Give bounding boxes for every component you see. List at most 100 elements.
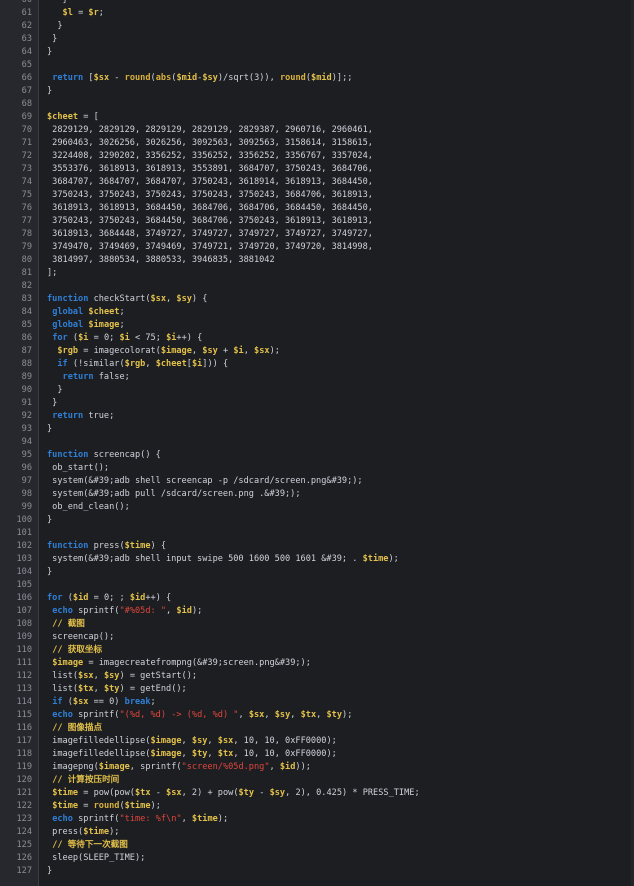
line-number: 81 — [21, 268, 32, 278]
code-line[interactable]: 68 — [0, 98, 634, 111]
code-line[interactable]: 82 — [0, 280, 634, 293]
code-line[interactable]: 104} — [0, 566, 634, 579]
code-line[interactable]: 96 ob_start(); — [0, 462, 634, 475]
code-line[interactable]: 64} — [0, 46, 634, 59]
code-line[interactable]: 60 } — [0, 0, 634, 7]
code-line[interactable]: 105 — [0, 579, 634, 592]
code-line[interactable]: 63 } — [0, 33, 634, 46]
code-token: - — [254, 788, 270, 798]
code-line[interactable]: 115 echo sprintf("(%d, %d) -> (%d, %d) "… — [0, 709, 634, 722]
code-line[interactable]: 125 // 等待下一次截图 — [0, 839, 634, 852]
code-line[interactable]: 70 2829129, 2829129, 2829129, 2829129, 2… — [0, 124, 634, 137]
code-line[interactable]: 121 $time = pow(pow($tx - $sx, 2) + pow(… — [0, 787, 634, 800]
code-line[interactable]: 99 ob_end_clean(); — [0, 501, 634, 514]
code-token: 3750243, 3750243, 3750243, 3750243, 3750… — [47, 190, 373, 200]
code-line[interactable]: 91 } — [0, 397, 634, 410]
code-line[interactable]: 102 function press($time) { — [0, 540, 634, 553]
code-line[interactable]: 75 3750243, 3750243, 3750243, 3750243, 3… — [0, 189, 634, 202]
line-number: 93 — [21, 424, 32, 434]
code-line[interactable]: 87 $rgb = imagecolorat($image, $sy + $i,… — [0, 345, 634, 358]
code-text: if ($sx == 0) break; — [47, 696, 156, 709]
code-line[interactable]: 65 — [0, 59, 634, 72]
code-token: system(&#39;adb shell screencap -p /sdca… — [47, 476, 363, 486]
code-line[interactable]: 76 3618913, 3618913, 3684450, 3684706, 3… — [0, 202, 634, 215]
code-editor[interactable]: 60 } 61 $l = $r; 62 } 63 } 64} 65 66 return [$… — [0, 0, 634, 886]
code-line[interactable]: 110 // 获取坐标 — [0, 644, 634, 657]
code-line[interactable]: 66 return [$sx - round(abs($mid-$sy)/sqr… — [0, 72, 634, 85]
code-line[interactable]: 69 $cheet = [ — [0, 111, 634, 124]
code-text: 3749470, 3749469, 3749469, 3749721, 3749… — [47, 241, 373, 254]
code-line[interactable]: 97 system(&#39;adb shell screencap -p /s… — [0, 475, 634, 488]
code-line[interactable]: 81]; — [0, 267, 634, 280]
code-token: , — [207, 749, 218, 759]
code-line[interactable]: 127} — [0, 865, 634, 878]
code-line[interactable]: 109 screencap(); — [0, 631, 634, 644]
line-number: 78 — [21, 229, 32, 239]
code-token: $time — [124, 801, 151, 811]
code-text: return false; — [47, 371, 130, 384]
code-line[interactable]: 94 — [0, 436, 634, 449]
code-line[interactable]: 74 3684707, 3684707, 3684707, 3750243, 3… — [0, 176, 634, 189]
line-number: 99 — [21, 502, 32, 512]
line-number: 63 — [21, 34, 32, 44]
code-text: } — [47, 397, 57, 410]
line-number: 92 — [21, 411, 32, 421]
code-line[interactable]: 90 } — [0, 384, 634, 397]
code-token: press( — [88, 541, 125, 551]
code-line[interactable]: 61 $l = $r; — [0, 7, 634, 20]
code-line[interactable]: 101 — [0, 527, 634, 540]
line-number: 98 — [21, 489, 32, 499]
code-token: imagefilledellipse( — [47, 736, 151, 746]
code-token: screencap(); — [47, 632, 115, 642]
code-line[interactable]: 107 echo sprintf("#%05d: ", $id); — [0, 605, 634, 618]
code-line[interactable]: 78 3618913, 3684448, 3749727, 3749727, 3… — [0, 228, 634, 241]
code-text: ]; — [47, 267, 57, 280]
code-line[interactable]: 77 3750243, 3750243, 3684450, 3684706, 3… — [0, 215, 634, 228]
code-token: , sprintf( — [129, 762, 182, 772]
code-line[interactable]: 117 imagefilledellipse($image, $sy, $sx,… — [0, 735, 634, 748]
code-line[interactable]: 126 sleep(SLEEP_TIME); — [0, 852, 634, 865]
line-number: 119 — [16, 762, 32, 772]
code-text: // 获取坐标 — [47, 644, 102, 657]
code-line[interactable]: 80 3814997, 3880534, 3880533, 3946835, 3… — [0, 254, 634, 267]
code-line[interactable]: 93} — [0, 423, 634, 436]
code-line[interactable]: 98 system(&#39;adb pull /sdcard/screen.p… — [0, 488, 634, 501]
code-token: 3814997, 3880534, 3880533, 3946835, 3881… — [47, 255, 275, 265]
code-line[interactable]: 100} — [0, 514, 634, 527]
code-text: } — [47, 46, 52, 59]
code-line[interactable]: 123 echo sprintf("time: %f\n", $time); — [0, 813, 634, 826]
code-line[interactable]: 67} — [0, 85, 634, 98]
line-number: 122 — [16, 801, 32, 811]
code-line[interactable]: 106 for ($id = 0; ; $id++) { — [0, 592, 634, 605]
code-line[interactable]: 114 if ($sx == 0) break; — [0, 696, 634, 709]
code-line[interactable]: 120 // 计算按压时间 — [0, 774, 634, 787]
code-token: checkStart( — [88, 294, 151, 304]
code-line[interactable]: 116 // 图像描点 — [0, 722, 634, 735]
code-line[interactable]: 84 global $cheet; — [0, 306, 634, 319]
code-line[interactable]: 85 global $image; — [0, 319, 634, 332]
code-line[interactable]: 89 return false; — [0, 371, 634, 384]
code-line[interactable]: 62 } — [0, 20, 634, 33]
code-line[interactable]: 111 $image = imagecreatefrompng(&#39;scr… — [0, 657, 634, 670]
code-line[interactable]: 119 imagepng($image, sprintf("screen/%05… — [0, 761, 634, 774]
code-line[interactable]: 72 3224408, 3290202, 3356252, 3356252, 3… — [0, 150, 634, 163]
code-line[interactable]: 103 system(&#39;adb shell input swipe 50… — [0, 553, 634, 566]
code-line[interactable]: 118 imagefilledellipse($image, $ty, $tx,… — [0, 748, 634, 761]
code-token: round — [279, 73, 306, 83]
code-line[interactable]: 112 list($sx, $sy) = getStart(); — [0, 670, 634, 683]
code-line[interactable]: 92 return true; — [0, 410, 634, 423]
code-line[interactable]: 108 // 截图 — [0, 618, 634, 631]
line-number: 113 — [16, 684, 32, 694]
code-line[interactable]: 88 if (!similar($rgb, $cheet[$i])) { — [0, 358, 634, 371]
code-line[interactable]: 113 list($tx, $ty) = getEnd(); — [0, 683, 634, 696]
code-token: ( — [62, 697, 73, 707]
code-line[interactable]: 79 3749470, 3749469, 3749469, 3749721, 3… — [0, 241, 634, 254]
code-line[interactable]: 71 2960463, 3026256, 3026256, 3092563, 3… — [0, 137, 634, 150]
code-line[interactable]: 124 press($time); — [0, 826, 634, 839]
code-line[interactable]: 86 for ($i = 0; $i < 75; $i++) { — [0, 332, 634, 345]
code-line[interactable]: 73 3553376, 3618913, 3618913, 3553891, 3… — [0, 163, 634, 176]
code-line[interactable]: 95 function screencap() { — [0, 449, 634, 462]
code-line[interactable]: 83 function checkStart($sx, $sy) { — [0, 293, 634, 306]
code-line[interactable]: 122 $time = round($time); — [0, 800, 634, 813]
